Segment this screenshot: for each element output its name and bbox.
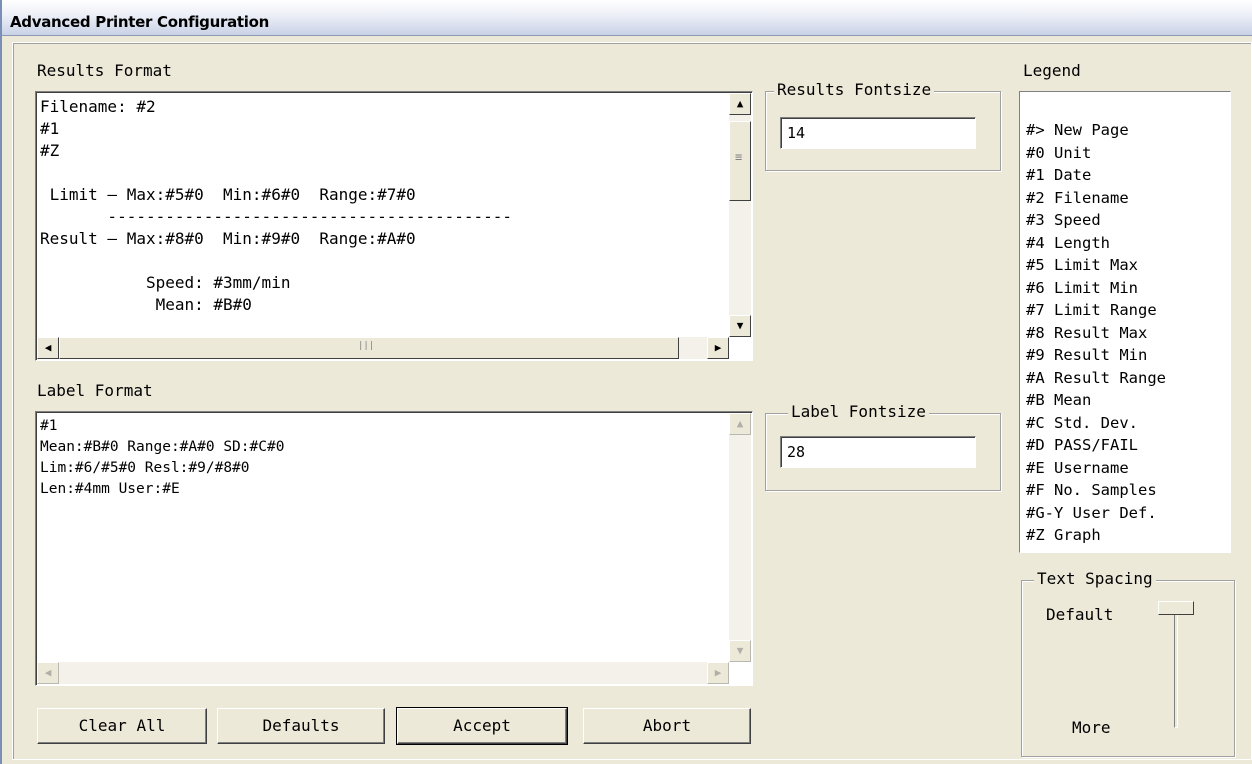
legend-label: Legend [1023, 61, 1081, 80]
grip-horizontal-icon: ||| [358, 341, 375, 351]
results-format-line: #1 [40, 119, 60, 138]
grip-icon: ≡ [735, 150, 743, 164]
legend-item: #G-Y User Def. [1026, 503, 1157, 522]
legend-item: #7 Limit Range [1026, 301, 1157, 319]
legend-list: #> New Page #0 Unit #1 Date #2 Filename #3 S… [1026, 119, 1166, 547]
defaults-button[interactable]: Defaults [217, 708, 385, 744]
label-format-line: Lim:#6/#5#0 Resl:#9/#8#0 [40, 460, 250, 476]
legend-item: #C Std. Dev. [1026, 413, 1138, 432]
label-format-label: Label Format [37, 381, 153, 400]
legend-item: #3 Speed [1026, 211, 1101, 229]
legend-item: #6 Limit Min [1026, 278, 1138, 297]
printer-config-window: Advanced Printer Configuration Results F… [0, 0, 1252, 764]
results-format-line: Limit – Max:#5#0 Min:#6#0 Range:#7#0 [40, 185, 416, 204]
results-format-line [40, 162, 730, 184]
legend-item: #B Mean [1026, 391, 1092, 409]
title-bar: Advanced Printer Configuration [2, 0, 1252, 36]
legend-item: #4 Length [1026, 233, 1110, 252]
results-format-line: #Z [40, 141, 60, 160]
results-vertical-thumb[interactable]: ≡ [729, 121, 751, 201]
results-fontsize-label: Results Fontsize [774, 80, 935, 99]
scroll-down-icon[interactable]: ▼ [729, 315, 751, 337]
scroll-up-icon: ▲ [729, 413, 751, 435]
label-format-text: #1 Mean:#B#0 Range:#A#0 SD:#C#0 Lim:#6/#5#… [40, 416, 730, 656]
results-format-line [40, 250, 730, 272]
legend-item: #E Username [1026, 458, 1129, 477]
label-format-line: Len:#4mm User:#E [40, 481, 180, 497]
legend-item: #0 Unit [1026, 143, 1092, 162]
legend-item: #Z Graph [1026, 526, 1101, 544]
results-format-text: Filename: #2 #1 #Z Limit – Max:#5#0 Min:#6… [40, 96, 730, 336]
clear-all-button[interactable]: Clear All [37, 708, 207, 744]
scroll-right-icon: ▶ [707, 662, 729, 684]
text-spacing-group: Text Spacing Default More [1021, 569, 1235, 757]
scroll-left-icon: ◀ [37, 662, 59, 684]
legend-item: #2 Filename [1026, 188, 1129, 207]
label-vertical-scrollbar: ▲ ▼ [729, 413, 751, 662]
label-fontsize-group: Label Fontsize 28 [765, 402, 1001, 491]
config-panel: Results Format Filename: #2 #1 #Z Limit – … [12, 42, 1252, 760]
results-format-line: ----------------------------------------… [40, 207, 513, 226]
results-fontsize-input[interactable]: 14 [780, 117, 976, 149]
results-format-line: Speed: #3mm/min [40, 273, 291, 292]
scroll-left-icon[interactable]: ◀ [37, 337, 59, 359]
results-format-line: Mean: #B#0 [40, 295, 252, 314]
abort-button[interactable]: Abort [583, 708, 751, 744]
scroll-right-icon[interactable]: ▶ [707, 337, 729, 359]
text-spacing-more-label: More [1072, 718, 1111, 737]
label-fontsize-input[interactable]: 28 [780, 436, 976, 468]
window-title: Advanced Printer Configuration [10, 13, 270, 31]
scroll-up-icon[interactable]: ▲ [729, 93, 751, 115]
legend-box: #> New Page #0 Unit #1 Date #2 Filename #3 S… [1019, 91, 1231, 553]
results-fontsize-group: Results Fontsize 14 [765, 80, 1001, 171]
legend-item: #F No. Samples [1026, 481, 1157, 499]
results-format-line: Result – Max:#8#0 Min:#9#0 Range:#A#0 [40, 229, 416, 248]
legend-item: #9 Result Min [1026, 346, 1148, 364]
legend-item: #8 Result Max [1026, 323, 1148, 342]
results-format-label: Results Format [37, 61, 172, 80]
label-fontsize-label: Label Fontsize [788, 402, 929, 421]
scroll-down-icon: ▼ [729, 640, 751, 662]
text-spacing-slider-track[interactable] [1174, 608, 1178, 728]
text-spacing-label: Text Spacing [1034, 569, 1156, 588]
results-horizontal-thumb[interactable]: ||| [59, 337, 679, 359]
legend-item: #D PASS/FAIL [1026, 436, 1138, 454]
legend-item: #A Result Range [1026, 368, 1166, 387]
accept-button[interactable]: Accept [396, 707, 568, 745]
label-format-line: #1 [40, 418, 58, 434]
label-format-textarea[interactable]: #1 Mean:#B#0 Range:#A#0 SD:#C#0 Lim:#6/#5#… [35, 411, 753, 686]
label-horizontal-scrollbar: ◀ ▶ [37, 662, 729, 684]
legend-item: #1 Date [1026, 166, 1092, 184]
legend-item: #5 Limit Max [1026, 256, 1138, 274]
label-format-line: Mean:#B#0 Range:#A#0 SD:#C#0 [40, 439, 285, 455]
text-spacing-slider-thumb[interactable] [1158, 601, 1194, 615]
results-vertical-scrollbar[interactable]: ▲ ≡ ▼ [729, 93, 751, 337]
results-format-line: Filename: #2 [40, 97, 156, 116]
results-horizontal-scrollbar[interactable]: ◀ ||| ▶ [37, 337, 729, 359]
legend-item: #> New Page [1026, 121, 1129, 139]
results-format-textarea[interactable]: Filename: #2 #1 #Z Limit – Max:#5#0 Min:#6… [35, 91, 753, 361]
text-spacing-default-label: Default [1046, 605, 1114, 624]
